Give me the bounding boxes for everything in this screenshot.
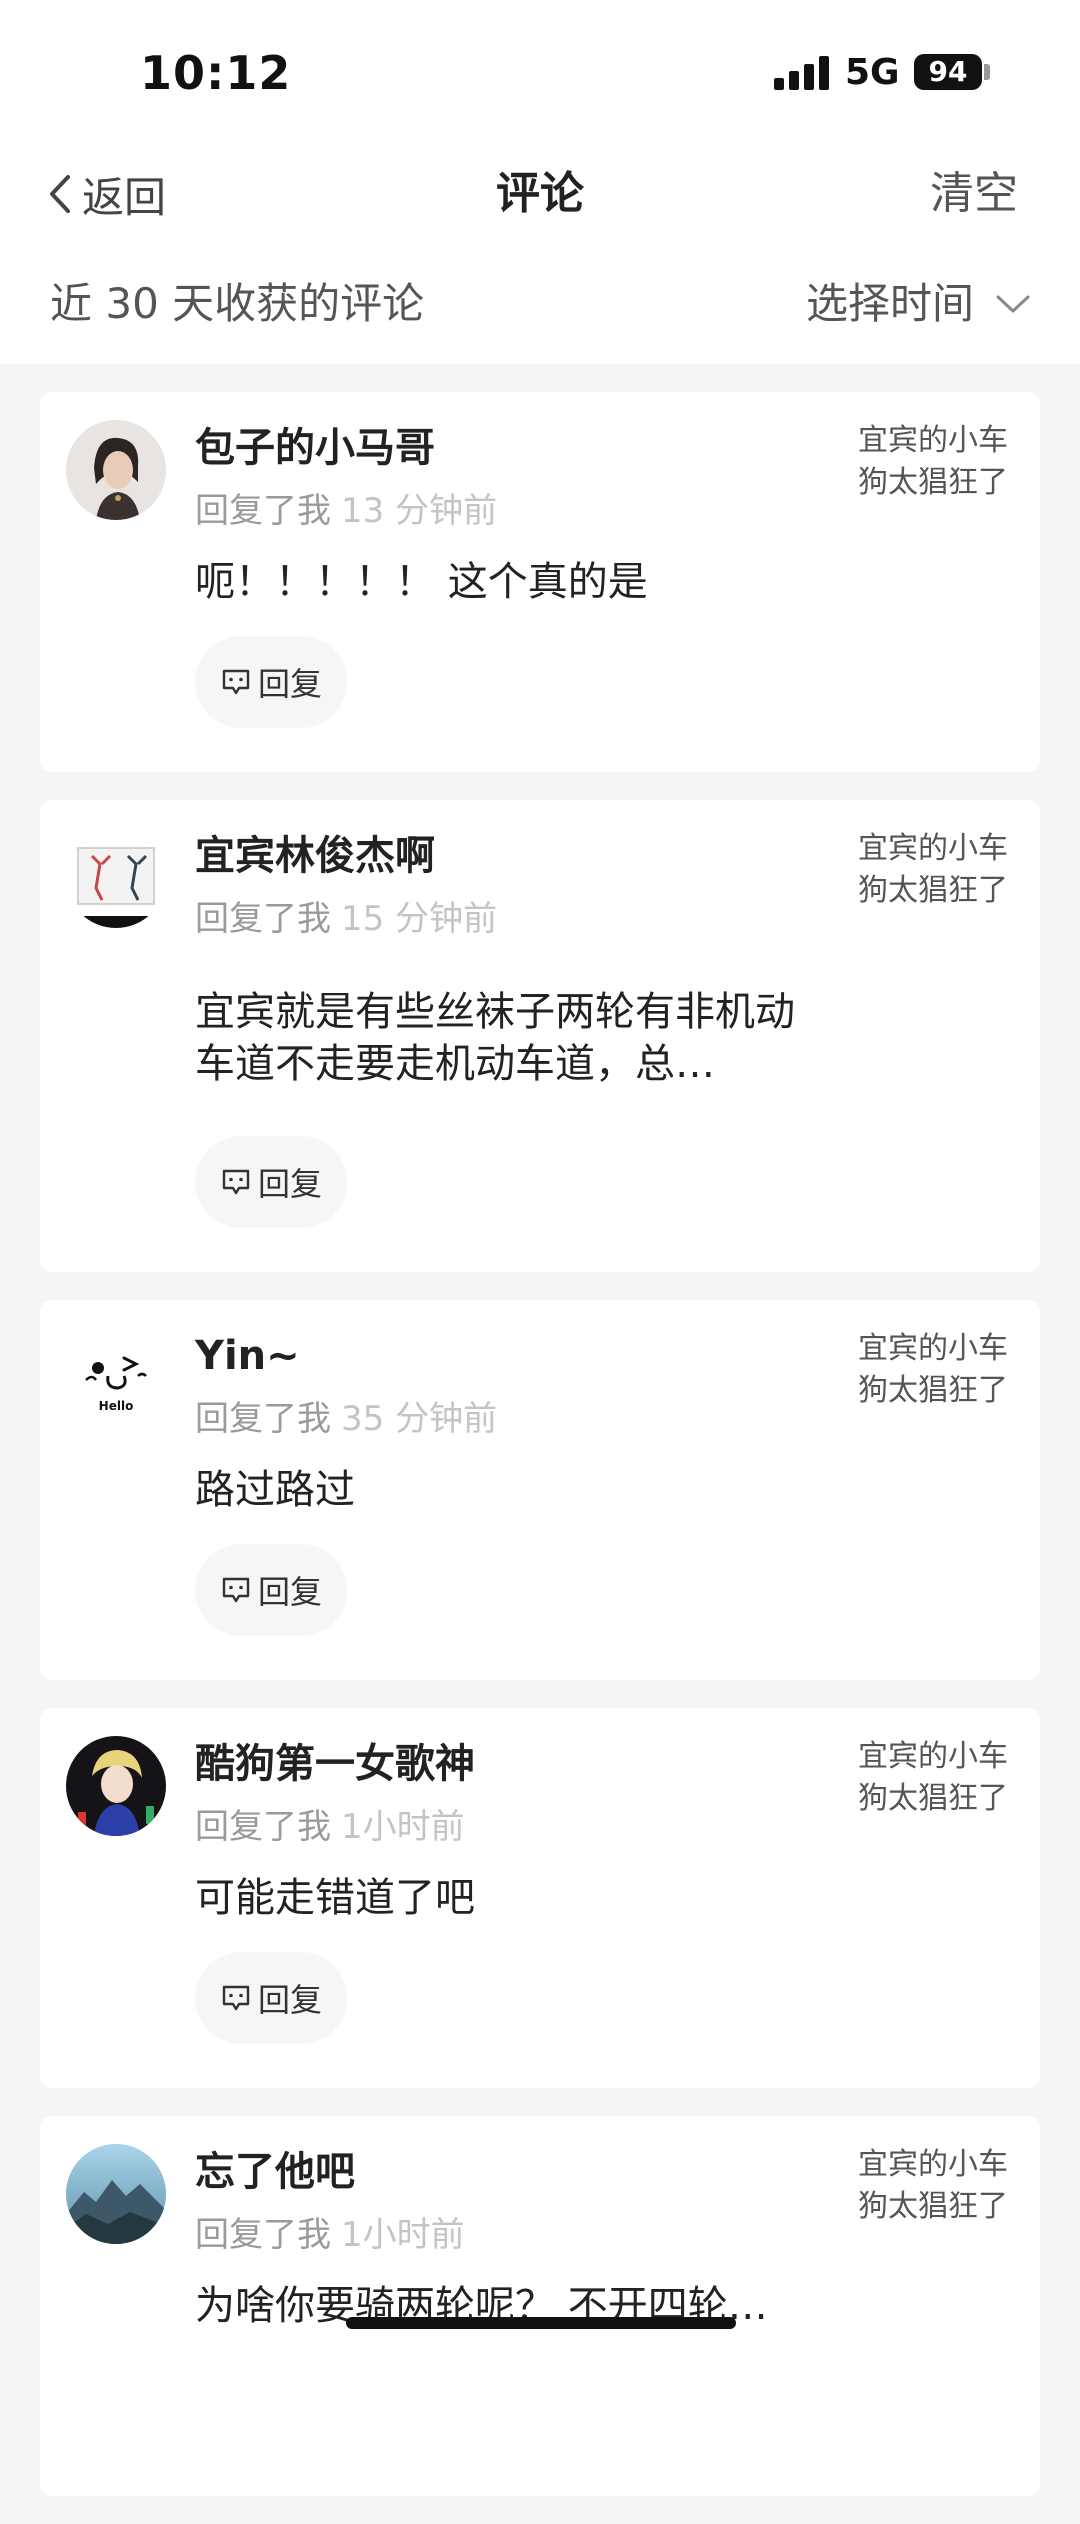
filter-title: 近 30 天收获的评论 — [50, 279, 425, 328]
comment-text[interactable]: 可能走错道了吧 — [195, 1872, 815, 1924]
comment-text[interactable]: 路过路过 — [195, 1464, 815, 1516]
comment-text[interactable]: 呃！！！！！ 这个真的是 — [195, 556, 815, 608]
comment-username[interactable]: 忘了他吧 — [195, 2144, 355, 2200]
comment-card[interactable]: Hello Yin~ 回复了我 35 分钟前 路过路过 回复 宜宾的小车狗太猖狂了 — [40, 1300, 1040, 1680]
comment-bubble-icon — [222, 1985, 250, 2011]
comment-meta: 回复了我 1小时前 — [195, 1804, 465, 1850]
referenced-post[interactable]: 宜宾的小车狗太猖狂了 — [858, 828, 1008, 912]
avatar[interactable] — [66, 1736, 166, 1836]
chevron-down-icon — [996, 295, 1030, 313]
comment-time: 15 分钟前 — [341, 899, 498, 939]
comment-username[interactable]: 宜宾林俊杰啊 — [195, 828, 435, 884]
home-indicator — [346, 2317, 736, 2329]
comment-action: 回复了我 — [195, 1807, 331, 1847]
referenced-post[interactable]: 宜宾的小车狗太猖狂了 — [858, 1736, 1008, 1820]
comment-username[interactable]: Yin~ — [195, 1328, 300, 1384]
reply-label: 回复 — [257, 1981, 322, 2019]
referenced-post[interactable]: 宜宾的小车狗太猖狂了 — [858, 2144, 1008, 2228]
avatar[interactable] — [66, 828, 166, 928]
avatar-label: Hello — [99, 1399, 134, 1413]
comment-bubble-icon — [222, 1169, 250, 1195]
comment-bubble-icon — [222, 1577, 250, 1603]
comment-action: 回复了我 — [195, 2215, 331, 2255]
time-select-label: 选择时间 — [805, 279, 974, 328]
comment-username[interactable]: 酷狗第一女歌神 — [195, 1736, 475, 1792]
comment-list: 包子的小马哥 回复了我 13 分钟前 呃！！！！！ 这个真的是 回复 宜宾的小车狗… — [40, 392, 1040, 2524]
filter-bar: 近 30 天收获的评论 选择时间 — [0, 250, 1080, 364]
avatar[interactable]: Hello — [66, 1328, 166, 1428]
referenced-post[interactable]: 宜宾的小车狗太猖狂了 — [858, 1328, 1008, 1412]
comment-time: 1小时前 — [341, 2215, 465, 2255]
comment-bubble-icon — [222, 669, 250, 695]
comment-meta: 回复了我 13 分钟前 — [195, 488, 497, 534]
comment-time: 1小时前 — [341, 1807, 465, 1847]
page-title: 评论 — [496, 168, 584, 219]
reply-label: 回复 — [257, 1165, 322, 1203]
comment-action: 回复了我 — [195, 1399, 331, 1439]
status-time: 10:12 — [140, 46, 292, 100]
comment-meta: 回复了我 1小时前 — [195, 2212, 465, 2258]
comment-text[interactable]: 宜宾就是有些丝袜子两轮有非机动车道不走要走机动车道，总… — [195, 986, 815, 1090]
referenced-post[interactable]: 宜宾的小车狗太猖狂了 — [858, 420, 1008, 504]
comment-action: 回复了我 — [195, 899, 331, 939]
comment-action: 回复了我 — [195, 491, 331, 531]
clear-button[interactable]: 清空 — [930, 164, 1018, 224]
status-bar: 10:12 5G 94 — [0, 0, 1080, 140]
reply-label: 回复 — [257, 665, 322, 703]
nav-bar: 返回 评论 清空 — [0, 140, 1080, 250]
reply-button[interactable]: 回复 — [195, 1544, 347, 1636]
comment-card[interactable]: 宜宾林俊杰啊 回复了我 15 分钟前 宜宾就是有些丝袜子两轮有非机动车道不走要走机… — [40, 800, 1040, 1272]
reply-button[interactable]: 回复 — [195, 636, 347, 728]
reply-button[interactable]: 回复 — [195, 1136, 347, 1228]
battery-icon: 94 — [914, 54, 982, 90]
comment-card[interactable]: 包子的小马哥 回复了我 13 分钟前 呃！！！！！ 这个真的是 回复 宜宾的小车狗… — [40, 392, 1040, 772]
comment-card[interactable]: 酷狗第一女歌神 回复了我 1小时前 可能走错道了吧 回复 宜宾的小车狗太猖狂了 — [40, 1708, 1040, 2088]
comment-meta: 回复了我 15 分钟前 — [195, 896, 497, 942]
time-select[interactable]: 选择时间 — [806, 274, 1030, 334]
comment-time: 13 分钟前 — [341, 491, 498, 531]
signal-icon — [774, 56, 829, 90]
comment-username[interactable]: 包子的小马哥 — [195, 420, 435, 476]
network-type: 5G — [845, 52, 900, 93]
avatar[interactable] — [66, 420, 166, 520]
comment-meta: 回复了我 35 分钟前 — [195, 1396, 497, 1442]
reply-button[interactable]: 回复 — [195, 1952, 347, 2044]
avatar[interactable] — [66, 2144, 166, 2244]
comment-time: 35 分钟前 — [341, 1399, 498, 1439]
reply-label: 回复 — [257, 1573, 322, 1611]
comment-card[interactable]: 忘了他吧 回复了我 1小时前 为啥你要骑两轮呢？ 不开四轮… 宜宾的小车狗太猖狂了 — [40, 2116, 1040, 2496]
battery-tip — [984, 64, 990, 80]
